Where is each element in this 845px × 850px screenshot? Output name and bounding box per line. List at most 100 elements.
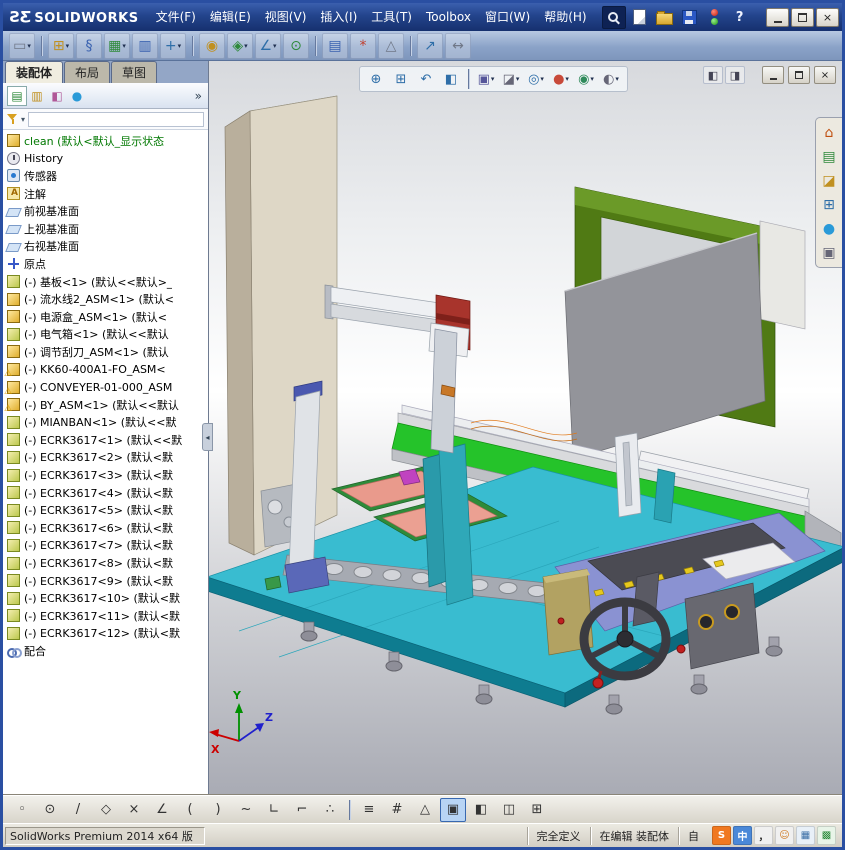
exploded-view-icon[interactable]: * <box>350 33 376 59</box>
angle-dimension-icon[interactable]: ∠ <box>149 798 175 822</box>
sogou-logo-icon[interactable]: S <box>712 826 731 845</box>
display-style-icon[interactable]: ◪▾ <box>499 68 523 90</box>
tree-item-ecrk3617-8[interactable]: (-) ECRK3617<8> (默认<默 <box>3 554 208 572</box>
insert-components-icon[interactable]: ⊞▾ <box>48 33 74 59</box>
menu-window[interactable]: 窗口(W) <box>478 3 537 31</box>
tree-item-ecrk3617-10[interactable]: (-) ECRK3617<10> (默认<默 <box>3 589 208 607</box>
appearances-icon[interactable]: ● <box>819 218 839 239</box>
tree-item-dianqixiang[interactable]: (-) 电气箱<1> (默认<<默认 <box>3 326 208 344</box>
pane-right-icon[interactable]: ◨ <box>725 66 745 84</box>
overflow-chevron[interactable]: » <box>195 89 204 103</box>
close-button[interactable]: × <box>816 8 839 27</box>
tree-item-ecrk3617-6[interactable]: (-) ECRK3617<6> (默认<默 <box>3 519 208 537</box>
shaded-view-icon[interactable]: ▣ <box>440 798 466 822</box>
view-orientation-icon[interactable]: ▣▾ <box>474 68 498 90</box>
tree-item-ecrk3617-4[interactable]: (-) ECRK3617<4> (默认<默 <box>3 484 208 502</box>
tree-item-right-plane[interactable]: 右视基准面 <box>3 238 208 256</box>
two-view-icon[interactable]: ◫ <box>496 798 522 822</box>
restore-button[interactable] <box>791 8 814 27</box>
tree-item-liushuixian2[interactable]: (-) 流水线2_ASM<1> (默认< <box>3 290 208 308</box>
tree-item-ecrk3617-7[interactable]: (-) ECRK3617<7> (默认<默 <box>3 537 208 555</box>
help-button[interactable]: ? <box>729 7 751 28</box>
section-tool-icon[interactable]: ◧ <box>468 798 494 822</box>
circle-tool-icon[interactable]: ⊙ <box>37 798 63 822</box>
file-explorer-icon[interactable]: ◪ <box>819 170 839 191</box>
tree-item-front-plane[interactable]: 前视基准面 <box>3 202 208 220</box>
apply-scene-icon[interactable]: ◉▾ <box>574 68 598 90</box>
hide-show-items-icon[interactable]: ◎▾ <box>524 68 548 90</box>
tree-item-ecrk3617-11[interactable]: (-) ECRK3617<11> (默认<默 <box>3 607 208 625</box>
section-view-icon[interactable]: ◧ <box>439 68 463 90</box>
menu-help[interactable]: 帮助(H) <box>537 3 593 31</box>
mirror-entities-icon[interactable]: △ <box>412 798 438 822</box>
polygon-tool-icon[interactable]: ◇ <box>93 798 119 822</box>
tree-item-tiaojieguadao[interactable]: (-) 调节刮刀_ASM<1> (默认 <box>3 343 208 361</box>
search-button[interactable] <box>602 6 626 29</box>
status-light-button[interactable] <box>704 7 726 28</box>
assembly-features-icon[interactable]: ◈▾ <box>227 33 253 59</box>
model-white-box[interactable] <box>760 221 805 329</box>
configurationmanager-tab-icon[interactable]: ◧ <box>47 86 67 106</box>
pane-left-icon[interactable]: ◧ <box>703 66 723 84</box>
four-view-icon[interactable]: ⊞ <box>524 798 550 822</box>
tree-item-history[interactable]: History <box>3 150 208 168</box>
centerpoint-arc-icon[interactable]: ( <box>177 798 203 822</box>
model-cabinet[interactable] <box>225 96 337 555</box>
tab-layout[interactable]: 布局 <box>64 61 110 83</box>
previous-view-icon[interactable]: ↶ <box>414 68 438 90</box>
line-tool-icon[interactable]: / <box>65 798 91 822</box>
design-library-icon[interactable]: ▤ <box>819 146 839 167</box>
tree-item-dianyuanhe[interactable]: (-) 电源盒_ASM<1> (默认< <box>3 308 208 326</box>
convert-entities-icon[interactable]: ≡ <box>356 798 382 822</box>
propertymanager-tab-icon[interactable]: ▥ <box>27 86 47 106</box>
new-document-button[interactable] <box>629 7 651 28</box>
spline-tool-icon[interactable]: ~ <box>233 798 259 822</box>
status-custom[interactable]: 自 <box>678 827 708 845</box>
tree-item-top-plane[interactable]: 上视基准面 <box>3 220 208 238</box>
tab-sketch[interactable]: 草图 <box>111 61 157 83</box>
interference-detection-icon[interactable]: △ <box>378 33 404 59</box>
featuremanager-tab-icon[interactable]: ▤ <box>7 86 27 106</box>
menu-tools[interactable]: 工具(T) <box>364 3 419 31</box>
view-settings-icon[interactable]: ◐▾ <box>599 68 623 90</box>
tree-item-mianban[interactable]: (-) MIANBAN<1> (默认<<默 <box>3 414 208 432</box>
tree-item-ecrk3617-9[interactable]: (-) ECRK3617<9> (默认<默 <box>3 572 208 590</box>
tree-item-ecrk3617-2[interactable]: (-) ECRK3617<2> (默认<默 <box>3 449 208 467</box>
corner-rectangle-icon[interactable]: ⌐ <box>289 798 315 822</box>
ime-chinese-mode-icon[interactable]: 中 <box>733 826 752 845</box>
point-pattern-icon[interactable]: ∴ <box>317 798 343 822</box>
measure-icon[interactable]: ↔ <box>445 33 471 59</box>
menu-insert[interactable]: 插入(I) <box>313 3 364 31</box>
displaymanager-tab-icon[interactable]: ● <box>67 86 87 106</box>
ime-punctuation-icon[interactable]: ， <box>754 826 773 845</box>
graphics-area[interactable]: Y X Z ⊕⊞↶◧▣▾◪▾◎▾●▾◉▾◐▾ ◧◨ × ⌂▤◪⊞●▣ <box>209 61 842 795</box>
tree-item-by-asm[interactable]: ⚠(-) BY_ASM<1> (默认<<默认 <box>3 396 208 414</box>
filter-icon[interactable] <box>7 114 18 125</box>
tree-item-conveyer[interactable]: ⚠(-) CONVEYER-01-000_ASM <box>3 378 208 396</box>
tree-item-ecrk3617-3[interactable]: (-) ECRK3617<3> (默认<默 <box>3 466 208 484</box>
mate-icon[interactable]: § <box>76 33 102 59</box>
ime-emoji-icon[interactable]: ☺ <box>775 826 794 845</box>
tree-item-ecrk3617-5[interactable]: (-) ECRK3617<5> (默认<默 <box>3 501 208 519</box>
doc-close-button[interactable]: × <box>814 66 836 84</box>
reference-geometry-icon[interactable]: ∠▾ <box>255 33 281 59</box>
tree-item-origin[interactable]: 原点 <box>3 255 208 273</box>
tree-item-sensors[interactable]: 传感器 <box>3 167 208 185</box>
bill-of-materials-icon[interactable]: ▤ <box>322 33 348 59</box>
resources-home-icon[interactable]: ⌂ <box>819 122 839 143</box>
minimize-button[interactable] <box>766 8 789 27</box>
tangent-arc-icon[interactable]: ) <box>205 798 231 822</box>
tree-item-clean[interactable]: clean (默认<默认_显示状态 <box>3 132 208 150</box>
edit-component-icon[interactable]: ▭▾ <box>9 33 35 59</box>
zoom-area-icon[interactable]: ⊞ <box>389 68 413 90</box>
custom-properties-icon[interactable]: ▣ <box>819 242 839 263</box>
edit-appearance-icon[interactable]: ●▾ <box>549 68 573 90</box>
grid-snap-icon[interactable]: # <box>384 798 410 822</box>
menu-view[interactable]: 视图(V) <box>258 3 314 31</box>
smart-fasteners-icon[interactable]: ▥ <box>132 33 158 59</box>
model-3d-view[interactable]: Y X Z <box>209 61 842 795</box>
menu-file[interactable]: 文件(F) <box>149 3 203 31</box>
trim-entities-icon[interactable]: × <box>121 798 147 822</box>
tree-item-mates[interactable]: 配合 <box>3 642 208 660</box>
point-tool-icon[interactable]: ◦ <box>9 798 35 822</box>
